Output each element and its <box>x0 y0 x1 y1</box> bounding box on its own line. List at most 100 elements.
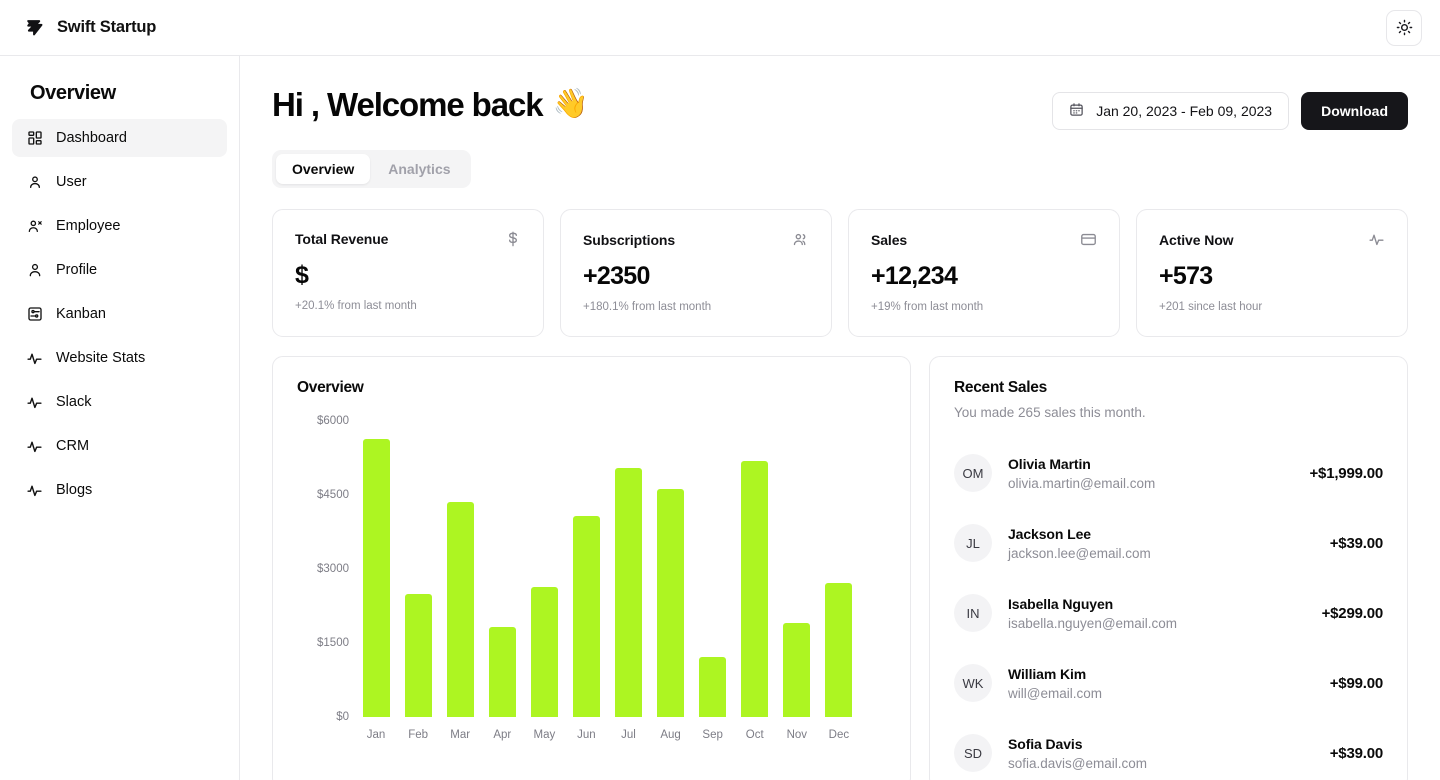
sale-info: Isabella Nguyen isabella.nguyen@email.com <box>1008 596 1177 631</box>
avatar: OM <box>954 454 992 492</box>
recent-sales-subtitle: You made 265 sales this month. <box>954 405 1146 420</box>
sale-amount: +$99.00 <box>1329 674 1383 692</box>
sale-info: Olivia Martin olivia.martin@email.com <box>1008 456 1155 491</box>
chart-bar[interactable] <box>741 461 769 717</box>
stat-card-value: +2350 <box>583 262 650 290</box>
chart-title: Overview <box>297 379 364 396</box>
activity-pulse-icon <box>26 438 43 455</box>
sidebar-item-label: CRM <box>56 438 90 454</box>
sidebar-item-blogs[interactable]: Blogs <box>12 471 227 509</box>
stat-card-value: +12,234 <box>871 262 958 290</box>
activity-pulse-icon <box>26 482 43 499</box>
chart-bar[interactable] <box>446 502 474 717</box>
stat-card-head: Active Now <box>1159 231 1385 248</box>
chart-bar[interactable] <box>699 656 727 717</box>
chart-bar[interactable] <box>572 515 600 717</box>
theme-toggle-button[interactable] <box>1386 9 1422 46</box>
sale-amount: +$299.00 <box>1321 604 1384 622</box>
sidebar-item-crm[interactable]: CRM <box>12 427 227 465</box>
chart-bar[interactable] <box>530 587 558 717</box>
sidebar-item-label: Kanban <box>56 306 106 322</box>
brand[interactable]: Swift Startup <box>24 17 156 39</box>
app-root: Swift Startup Overview Dashboard User Em… <box>0 0 1440 780</box>
date-range-picker[interactable]: Jan 20, 2023 - Feb 09, 2023 <box>1052 92 1290 130</box>
chart-x-axis: Jan Feb Mar Apr May Jun Jul Aug Sep Oct Nov Dec <box>355 729 860 741</box>
sale-customer-name: Isabella Nguyen <box>1008 595 1114 612</box>
sidebar-item-dashboard[interactable]: Dashboard <box>12 119 227 157</box>
stat-cards: Total Revenue $ +20.1% from last month S… <box>272 209 1408 337</box>
chart-bar-column[interactable] <box>439 421 481 717</box>
dashboard-grid-icon <box>26 130 43 147</box>
chart-bar[interactable] <box>783 623 811 717</box>
user-icon <box>26 174 43 191</box>
avatar: IN <box>954 594 992 632</box>
chart-plot-area <box>355 421 860 717</box>
download-button[interactable]: Download <box>1301 92 1408 130</box>
sidebar-item-label: Website Stats <box>56 350 146 366</box>
chart-bar-column[interactable] <box>776 421 818 717</box>
chart-bar-column[interactable] <box>397 421 439 717</box>
sidebar-item-kanban[interactable]: Kanban <box>12 295 227 333</box>
sidebar-item-profile[interactable]: Profile <box>12 251 227 289</box>
chart-bar[interactable] <box>657 488 685 717</box>
sale-customer-name: William Kim <box>1008 665 1087 682</box>
tab-overview[interactable]: Overview <box>276 154 371 184</box>
chart-bar-column[interactable] <box>481 421 523 717</box>
sidebar-item-user[interactable]: User <box>12 163 227 201</box>
date-range-value: Jan 20, 2023 - Feb 09, 2023 <box>1096 103 1273 119</box>
sun-icon <box>1396 19 1412 36</box>
tab-analytics[interactable]: Analytics <box>372 154 466 184</box>
chart-x-tick-label: Oct <box>745 729 764 741</box>
chart-bar-column[interactable] <box>650 421 692 717</box>
stat-card-head: Total Revenue <box>295 231 521 247</box>
sale-customer-email: jackson.lee@email.com <box>1008 545 1151 561</box>
chart-x-tick-label: Dec <box>828 729 850 741</box>
stat-card-sub: +201 since last hour <box>1159 301 1263 313</box>
chart-x-tick-label: Sep <box>702 729 723 741</box>
sidebar-item-employee[interactable]: Employee <box>12 207 227 245</box>
chart-bar-column[interactable] <box>818 421 860 717</box>
chart-bar[interactable] <box>404 594 432 717</box>
chart-bar[interactable] <box>615 468 642 717</box>
sale-info: Sofia Davis sofia.davis@email.com <box>1008 736 1147 771</box>
chart-x-tick-label: Feb <box>408 729 429 741</box>
chart-x-tick-label: Apr <box>493 729 512 741</box>
chart-y-tick-label: $6000 <box>317 415 349 427</box>
chart-y-tick-label: $4500 <box>317 489 349 501</box>
chart-bar-column[interactable] <box>607 421 649 717</box>
swift-logo-icon <box>27 19 43 35</box>
chart-bar-column[interactable] <box>734 421 776 717</box>
chart-bar[interactable] <box>488 627 516 717</box>
sidebar-item-label: Profile <box>56 262 98 278</box>
chart-bar-column[interactable] <box>355 421 397 717</box>
stat-card-value: +573 <box>1159 262 1213 290</box>
sale-row[interactable]: JL Jackson Lee jackson.lee@email.com +$39.0… <box>954 508 1383 578</box>
stat-card-sub: +20.1% from last month <box>295 300 417 312</box>
stat-card-active-now: Active Now +573 +201 since last hour <box>1136 209 1408 337</box>
sale-customer-name: Olivia Martin <box>1008 455 1091 472</box>
chart-bar-column[interactable] <box>565 421 607 717</box>
chart-x-tick-label: Nov <box>786 729 808 741</box>
chart-y-axis: $0 $1500 $3000 $4500 $6000 <box>297 415 349 723</box>
stat-card-label: Active Now <box>1159 231 1234 248</box>
sidebar: Overview Dashboard User Employee Profile… <box>0 56 240 780</box>
sale-row[interactable]: WK William Kim will@email.com +$99.00 <box>954 648 1383 718</box>
sidebar-item-slack[interactable]: Slack <box>12 383 227 421</box>
sale-row[interactable]: OM Olivia Martin olivia.martin@email.com +$… <box>954 438 1383 508</box>
chart-bar-column[interactable] <box>692 421 734 717</box>
sale-customer-email: isabella.nguyen@email.com <box>1008 615 1178 631</box>
chart-bars <box>355 421 860 717</box>
sale-customer-email: sofia.davis@email.com <box>1008 755 1148 771</box>
sale-customer-name: Sofia Davis <box>1008 735 1083 752</box>
chart-bar-column[interactable] <box>523 421 565 717</box>
sidebar-item-website-stats[interactable]: Website Stats <box>12 339 227 377</box>
chart-bar[interactable] <box>825 582 853 717</box>
chart-bar[interactable] <box>362 439 390 717</box>
stat-card-value: $ <box>295 261 309 289</box>
chart-y-tick-label: $3000 <box>317 563 349 575</box>
recent-sales-list: OM Olivia Martin olivia.martin@email.com +$… <box>954 438 1383 780</box>
sale-amount: +$1,999.00 <box>1309 464 1384 482</box>
sale-row[interactable]: IN Isabella Nguyen isabella.nguyen@email.c… <box>954 578 1383 648</box>
sidebar-item-label: Dashboard <box>56 130 127 146</box>
sale-row[interactable]: SD Sofia Davis sofia.davis@email.com +$39.0… <box>954 718 1383 780</box>
